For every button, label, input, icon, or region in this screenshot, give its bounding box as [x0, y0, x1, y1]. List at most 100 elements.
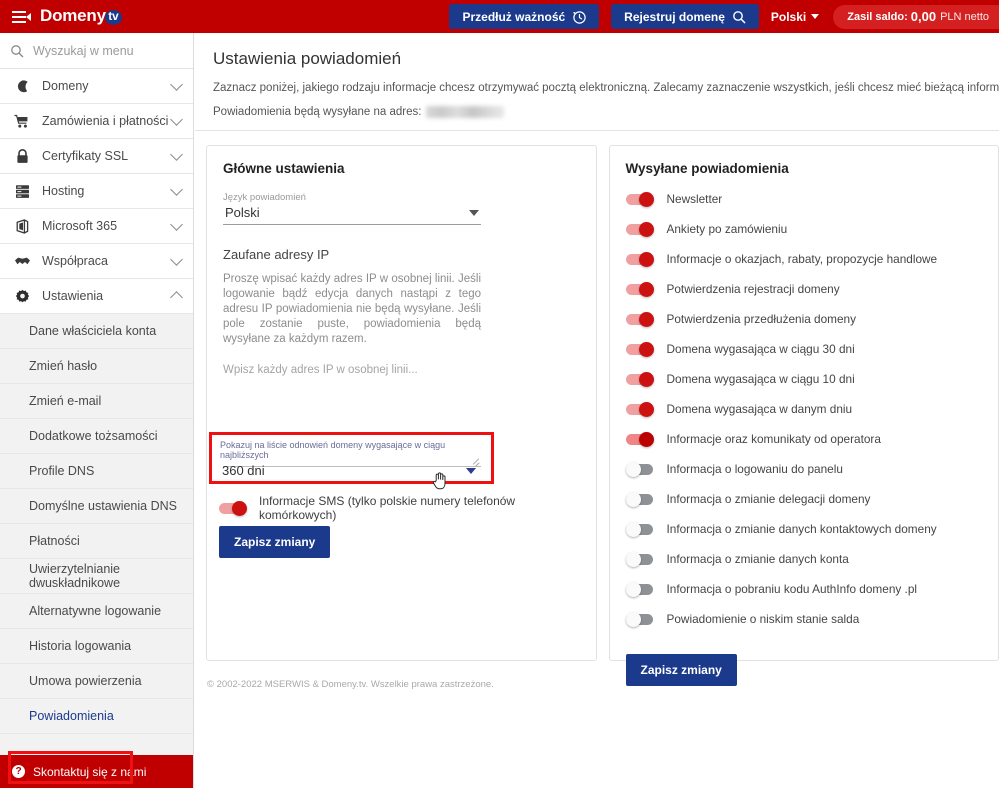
sidebar-subitem-powiadomienia[interactable]: Powiadomienia	[0, 699, 193, 734]
sms-notification-row: Informacje SMS (tylko polskie numery tel…	[219, 494, 596, 522]
server-icon	[12, 184, 32, 199]
notification-row: Domena wygasająca w ciągu 10 dni	[625, 371, 983, 387]
notification-toggle[interactable]	[625, 491, 655, 507]
sidebar-search-row: ✕	[0, 33, 193, 69]
clock-history-icon	[572, 10, 586, 24]
save-main-settings-button[interactable]: Zapisz zmiany	[219, 526, 331, 558]
page-title: Ustawienia powiadomień	[213, 49, 402, 68]
chevron-down-icon	[469, 209, 479, 216]
notification-label: Informacja o zmianie danych kontaktowych…	[666, 522, 937, 536]
notification-label: Domena wygasająca w ciągu 30 dni	[666, 342, 855, 356]
notification-toggle[interactable]	[625, 581, 655, 597]
sidebar-label: Microsoft 365	[42, 219, 118, 233]
notification-toggle[interactable]	[625, 191, 655, 207]
notification-toggle[interactable]	[625, 221, 655, 237]
sidebar-item-domeny[interactable]: Domeny	[0, 69, 193, 104]
notification-row: Informacje oraz komunikaty od operatora	[625, 431, 983, 447]
notification-label: Informacja o zmianie delegacji domeny	[666, 492, 871, 506]
globe-icon	[12, 79, 32, 94]
gear-icon	[12, 289, 32, 304]
notification-row: Domena wygasająca w danym dniu	[625, 401, 983, 417]
contact-us-button[interactable]: ? Skontaktuj się z nami	[0, 755, 193, 788]
sidebar-subitem-dodatkowe-tozsamosci[interactable]: Dodatkowe tożsamości	[0, 419, 193, 454]
sidebar-subitem-uwierzytelnianie[interactable]: Uwierzytelnianie dwuskładnikowe	[0, 559, 193, 594]
sidebar-subitem-umowa-powierzenia[interactable]: Umowa powierzenia	[0, 664, 193, 699]
sidebar: ✕ Domeny Zamówienia i płatności	[0, 33, 194, 788]
sidebar-subitem-domyslne-ustawienia-dns[interactable]: Domyślne ustawienia DNS	[0, 489, 193, 524]
notification-toggle[interactable]	[625, 611, 655, 627]
sidebar-item-ustawienia[interactable]: Ustawienia	[0, 279, 193, 314]
notification-toggle[interactable]	[625, 431, 655, 447]
notification-toggle[interactable]	[625, 521, 655, 537]
sidebar-item-wspolpraca[interactable]: Współpraca	[0, 244, 193, 279]
sidebar-item-hosting[interactable]: Hosting	[0, 174, 193, 209]
language-field-label: Język powiadomień	[223, 192, 306, 203]
sidebar-subitem-historia-logowania[interactable]: Historia logowania	[0, 629, 193, 664]
save-notifications-button[interactable]: Zapisz zmiany	[625, 654, 737, 686]
notification-toggle[interactable]	[625, 371, 655, 387]
notification-toggle[interactable]	[625, 551, 655, 567]
notification-toggle[interactable]	[625, 341, 655, 357]
notification-label: Powiadomienie o niskim stanie salda	[666, 612, 860, 626]
language-select[interactable]: Polski	[223, 204, 481, 225]
sidebar-item-zamowienia[interactable]: Zamówienia i płatności	[0, 104, 193, 139]
notification-label: Potwierdzenia rejestracji domeny	[666, 282, 840, 296]
notification-row: Ankiety po zamówieniu	[625, 221, 983, 237]
sidebar-subitem-zmien-haslo[interactable]: Zmień hasło	[0, 349, 193, 384]
notification-row: Domena wygasająca w ciągu 30 dni	[625, 341, 983, 357]
balance-badge[interactable]: Zasil saldo: 0,00 PLN netto	[833, 4, 999, 29]
notification-label: Informacja o logowaniu do panelu	[666, 462, 843, 476]
notification-label: Domena wygasająca w danym dniu	[666, 402, 853, 416]
sidebar-label: Domeny	[42, 79, 89, 93]
notification-row: Informacja o zmianie danych kontaktowych…	[625, 521, 983, 537]
sidebar-subitem-alternatywne-logowanie[interactable]: Alternatywne logowanie	[0, 594, 193, 629]
page-header: Ustawienia powiadomień Zaznacz poniżej, …	[195, 33, 999, 131]
settings-cards: Główne ustawienia Język powiadomień Pols…	[195, 131, 999, 686]
sidebar-label: Hosting	[42, 184, 85, 198]
extend-validity-button[interactable]: Przedłuż ważność	[449, 4, 600, 29]
notification-toggle[interactable]	[625, 251, 655, 267]
help-icon: ?	[12, 765, 25, 778]
notification-label: Ankiety po zamówieniu	[666, 222, 788, 236]
notification-row: Informacje o okazjach, rabaty, propozycj…	[625, 251, 983, 267]
chevron-down-icon	[170, 182, 183, 196]
notification-row: Newsletter	[625, 191, 983, 207]
notification-row: Potwierdzenia rejestracji domeny	[625, 281, 983, 297]
chevron-down-icon	[170, 112, 183, 126]
sidebar-subitem-profile-dns[interactable]: Profile DNS	[0, 454, 193, 489]
sidebar-label: Certyfikaty SSL	[42, 149, 129, 163]
notification-toggle[interactable]	[625, 311, 655, 327]
notification-email-prefix: Powiadomienia będą wysyłane na adres:	[213, 106, 422, 118]
search-input[interactable]	[33, 43, 193, 58]
trusted-ip-description: Proszę wpisać każdy adres IP w osobnej l…	[223, 273, 481, 345]
brand-tv-badge: tv	[104, 9, 122, 25]
notification-label: Informacja o zmianie danych konta	[666, 552, 849, 566]
notification-toggle[interactable]	[625, 281, 655, 297]
sidebar-subitem-zmien-email[interactable]: Zmień e-mail	[0, 384, 193, 419]
sidebar-label: Ustawienia	[42, 289, 104, 303]
notification-toggle[interactable]	[625, 401, 655, 417]
sms-toggle[interactable]	[219, 500, 248, 516]
main-settings-card: Główne ustawienia Język powiadomień Pols…	[206, 145, 597, 661]
notification-toggle[interactable]	[625, 461, 655, 477]
search-icon	[10, 44, 24, 58]
notification-row: Informacja o pobraniu kodu AuthInfo dome…	[625, 581, 983, 597]
sent-notifications-title: Wysyłane powiadomienia	[625, 161, 789, 176]
sidebar-subitem-dane-wlasciciela[interactable]: Dane właściciela konta	[0, 314, 193, 349]
sidebar-subitem-platnosci[interactable]: Płatności	[0, 524, 193, 559]
register-domain-button[interactable]: Rejestruj domenę	[611, 4, 759, 29]
brand-name: Domeny	[40, 5, 106, 25]
sidebar-item-certyfikaty-ssl[interactable]: Certyfikaty SSL	[0, 139, 193, 174]
chevron-down-icon	[811, 14, 820, 19]
main-settings-title: Główne ustawienia	[223, 161, 345, 176]
notification-label: Informacje oraz komunikaty od operatora	[666, 432, 881, 446]
language-selector[interactable]: Polski	[771, 10, 820, 24]
balance-currency: PLN netto	[940, 10, 989, 23]
register-domain-label: Rejestruj domenę	[624, 9, 725, 24]
sidebar-item-microsoft-365[interactable]: Microsoft 365	[0, 209, 193, 244]
menu-toggle-icon[interactable]	[12, 10, 31, 24]
notification-row: Powiadomienie o niskim stanie salda	[625, 611, 983, 627]
brand-logo[interactable]: Domeny tv	[40, 6, 123, 26]
sms-toggle-label: Informacje SMS (tylko polskie numery tel…	[259, 494, 516, 522]
language-field: Język powiadomień Polski	[223, 192, 580, 225]
